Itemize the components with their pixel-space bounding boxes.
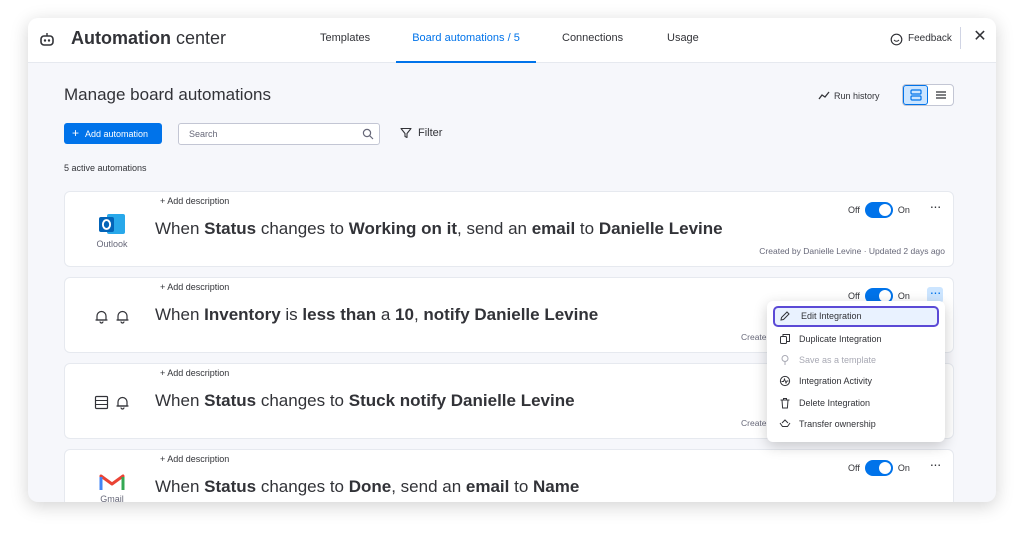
automation-meta: Create [741,418,767,428]
tab-templates[interactable]: Templates [320,18,370,63]
automation-card[interactable]: Outlook + Add description When Status ch… [64,191,954,267]
more-options-icon[interactable]: ··· [927,457,943,475]
feedback-icon [890,33,903,45]
bell-icon [116,310,129,324]
transfer-icon [779,419,791,427]
automation-sentence: When Inventory is less than a 10, notify… [155,305,599,324]
automation-card[interactable]: Gmail + Add description When Status chan… [64,449,954,502]
on-label: On [897,463,910,473]
run-history-button[interactable]: Run history [818,88,880,104]
integration-label: Outlook [96,239,128,249]
add-description-link[interactable]: + Add description [160,196,229,206]
duplicate-icon [780,334,790,344]
automation-center-window: Automation center Templates Board automa… [28,18,996,502]
outlook-icon [99,214,125,234]
run-history-label: Run history [834,91,880,101]
automation-meta: Created by Danielle Levine · Updated 2 d… [759,246,945,256]
bell-icon [95,310,108,324]
header-divider [960,27,961,49]
view-toggle [902,84,954,106]
tab-board-automations[interactable]: Board automations / 5 [396,18,536,63]
add-description-link[interactable]: + Add description [160,454,229,464]
feedback-label: Feedback [908,33,952,44]
on-label: On [897,205,910,215]
add-description-link[interactable]: + Add description [160,282,229,292]
template-icon [781,355,789,365]
app-title: Automation center [71,28,227,48]
page-title: Manage board automations [64,85,271,104]
feedback-button[interactable]: Feedback [890,30,952,48]
board-icon [94,395,109,409]
off-label: Off [848,291,860,301]
status-toggle[interactable] [864,202,893,218]
integration-icon-area: Gmail [79,462,145,502]
search-icon [362,128,374,140]
activity-icon [779,375,791,387]
filter-label: Filter [418,127,443,139]
bell-icon [116,396,129,410]
off-label: Off [848,463,860,473]
robot-icon [40,33,54,46]
status-toggle-group: Off On [848,202,910,218]
off-label: Off [848,205,860,215]
automation-context-menu: Edit Integration Duplicate Integration S… [767,301,945,442]
add-description-link[interactable]: + Add description [160,368,229,378]
list-view-button[interactable] [928,85,953,105]
on-label: On [897,291,910,301]
gmail-icon [99,474,125,490]
cards-icon [909,89,922,101]
search-placeholder: Search [189,129,218,139]
integration-icon-area: Outlook [79,204,145,256]
card-view-button[interactable] [903,85,929,105]
menu-item-edit-integration[interactable]: Edit Integration [773,306,939,327]
list-icon [935,91,946,99]
active-count: 5 active automations [64,163,147,173]
plus-icon: + [72,126,80,140]
pencil-icon [780,311,790,321]
search-input[interactable]: Search [178,123,380,145]
menu-item-transfer-ownership[interactable]: Transfer ownership [773,414,939,435]
status-toggle[interactable] [864,460,893,476]
menu-item-integration-activity[interactable]: Integration Activity [773,371,939,392]
automation-sentence: When Status changes to Stuck notify Dani… [155,391,575,410]
close-icon[interactable]: ✕ [971,28,989,46]
add-automation-label: Add automation [85,129,149,139]
trend-icon [818,91,830,100]
integration-icon-area [79,376,145,428]
menu-item-delete-integration[interactable]: Delete Integration [773,393,939,414]
top-bar: Automation center Templates Board automa… [28,18,996,63]
more-options-icon[interactable]: ··· [927,199,943,217]
add-automation-button[interactable]: + Add automation [64,123,162,144]
automation-sentence: When Status changes to Done, send an ema… [155,477,580,496]
menu-item-duplicate-integration[interactable]: Duplicate Integration [773,329,939,350]
menu-item-save-as-template: Save as a template [773,350,939,371]
tab-usage[interactable]: Usage [667,18,699,63]
status-toggle-group: Off On [848,460,910,476]
trash-icon [780,398,790,409]
filter-icon [400,127,412,139]
integration-label: Gmail [100,494,124,502]
tab-connections[interactable]: Connections [562,18,623,63]
integration-icon-area [79,290,145,342]
automation-meta: Create [741,332,767,342]
filter-button[interactable]: Filter [400,125,442,141]
automation-sentence: When Status changes to Working on it, se… [155,219,723,238]
